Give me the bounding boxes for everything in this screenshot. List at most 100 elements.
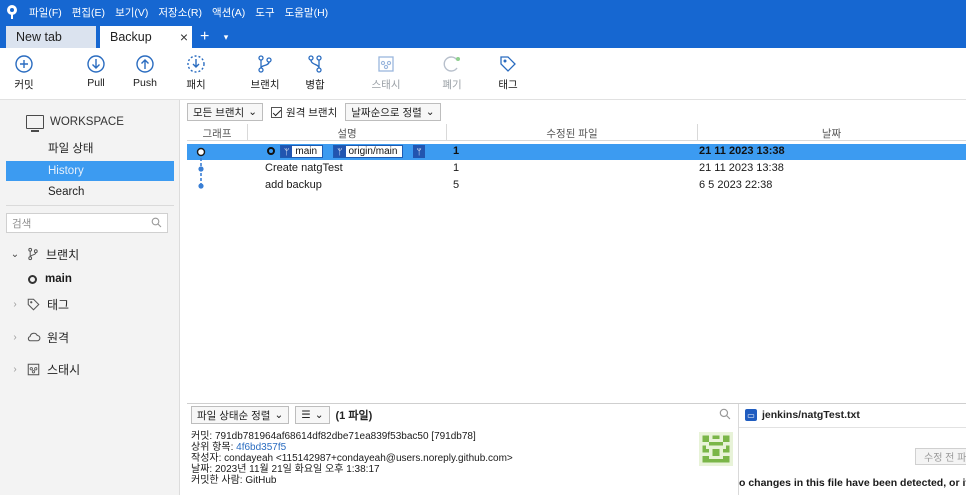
checkbox-label: 원격 브랜치 (286, 106, 338, 119)
column-header-graph[interactable]: 그래프 (187, 126, 247, 141)
sidebar-item-file-status[interactable]: 파일 상태 (6, 138, 174, 158)
file-sort-dropdown[interactable]: 파일 상태순 정렬 ⌄ (191, 406, 290, 424)
commit-details-panel: 파일 상태순 정렬 ⌄ ☰ ⌄ (1 파일) 커밋: 791db781964af… (187, 403, 966, 495)
commit-graph (196, 147, 206, 189)
group-label: 태그 (47, 297, 70, 312)
sidebar-item-history[interactable]: History (6, 161, 174, 181)
sidebar-item-label: History (48, 165, 84, 177)
menu-help[interactable]: 도움말(H) (280, 5, 334, 20)
view-mode-dropdown[interactable]: ☰ ⌄ (295, 406, 330, 424)
menu-file[interactable]: 파일(F) (24, 5, 67, 20)
tag-button[interactable]: 태그 (488, 54, 528, 92)
commit-date: 6 5 2023 22:38 (699, 179, 773, 191)
commit-description: Create natgTest (265, 162, 343, 174)
history-filter-bar: 모든 브랜치 ⌄ 원격 브랜치 날짜순으로 정렬 ⌄ (187, 103, 441, 121)
tag-icon (27, 298, 40, 310)
search-icon (151, 217, 162, 228)
chevron-down-icon: ⌄ (425, 106, 435, 118)
dropdown-label: 모든 브랜치 (193, 106, 245, 119)
history-table-header: 그래프 설명 수정된 파일 날짜 (187, 124, 966, 141)
details-toolbar: 파일 상태순 정렬 ⌄ ☰ ⌄ (1 파일) (187, 404, 737, 426)
table-row[interactable]: ᛘ main ᛘ origin/main ᛘ 1 21 11 2023 13:38 (187, 144, 966, 160)
graph-node (198, 183, 204, 189)
sidebar-group-branches[interactable]: ⌄ 브랜치 (10, 245, 79, 263)
table-row[interactable]: Create natgTest 1 21 11 2023 13:38 (187, 161, 966, 177)
sort-dropdown[interactable]: 날짜순으로 정렬 ⌄ (345, 103, 441, 121)
commit-refs: ᛘ main ᛘ origin/main ᛘ (265, 145, 431, 158)
list-view-icon: ☰ (301, 409, 311, 421)
all-branches-dropdown[interactable]: 모든 브랜치 ⌄ (187, 103, 264, 121)
stash-button[interactable]: 스태시 (366, 54, 406, 92)
branch-icon: ᛘ (334, 146, 346, 157)
dropdown-label: 파일 상태순 정렬 (197, 409, 271, 422)
menu-bar: 파일(F) 편집(E) 보기(V) 저장소(R) 액션(A) 도구 도움말(H) (0, 0, 966, 24)
graph-node-head (196, 147, 206, 157)
tab-backup[interactable]: Backup × (100, 26, 192, 48)
changed-files-count: 5 (453, 179, 460, 191)
branch-icon: ᛘ (281, 146, 293, 157)
menu-view[interactable]: 보기(V) (110, 5, 153, 20)
current-branch-icon (28, 274, 37, 284)
menu-edit[interactable]: 편집(E) (67, 5, 110, 20)
remote-tag-origin-main[interactable]: ᛘ origin/main (333, 145, 404, 158)
cloud-icon (27, 332, 41, 342)
pull-button[interactable]: Pull (76, 54, 116, 89)
chevron-down-icon: ⌄ (314, 409, 324, 421)
sidebar-group-tags[interactable]: › 태그 (10, 295, 69, 313)
history-empty-space (187, 197, 966, 403)
column-header-changed-files[interactable]: 수정된 파일 (447, 126, 697, 141)
commit-button[interactable]: 커밋 (4, 54, 44, 92)
workspace-header: WORKSPACE (0, 110, 180, 134)
sidebar-item-search[interactable]: Search (6, 182, 174, 202)
branch-icon: ᛘ (413, 145, 425, 158)
branch-icon (28, 247, 38, 261)
sidebar-group-stashes[interactable]: › 스태시 (10, 360, 80, 378)
tab-list-dropdown-icon[interactable]: ▾ (218, 26, 234, 48)
sidebar-search-input[interactable]: 검색 (6, 213, 168, 233)
sidebar-branch-main[interactable]: main (28, 270, 72, 288)
sidebar-group-remotes[interactable]: › 원격 (10, 328, 69, 346)
tab-label: Backup (110, 30, 152, 44)
graph-node (198, 166, 204, 172)
close-tab-icon[interactable]: × (180, 29, 188, 45)
menu-actions[interactable]: 액션(A) (207, 5, 250, 20)
parent-hash-link[interactable]: 4f6bd357f5 (236, 442, 286, 453)
merge-icon (308, 55, 322, 73)
branch-icon (258, 55, 272, 73)
branch-label: main (45, 273, 72, 285)
chevron-right-icon: › (13, 331, 17, 343)
branch-button[interactable]: 브랜치 (245, 54, 285, 92)
branch-tag-main[interactable]: ᛘ main (280, 145, 324, 158)
discard-label: 폐기 (442, 79, 462, 91)
push-button[interactable]: Push (125, 54, 165, 89)
search-icon[interactable] (719, 408, 731, 420)
branch-label: 브랜치 (250, 79, 280, 91)
group-label: 스태시 (47, 362, 81, 377)
tab-label: New tab (16, 30, 62, 44)
commit-date: 21 11 2023 13:38 (699, 145, 785, 157)
stash-icon (378, 56, 394, 72)
discard-button[interactable]: 폐기 (432, 54, 472, 92)
file-count: (1 파일) (335, 410, 373, 422)
column-header-date[interactable]: 날짜 (697, 126, 966, 141)
column-header-description[interactable]: 설명 (247, 126, 447, 141)
table-row[interactable]: add backup 5 6 5 2023 22:38 (187, 178, 966, 194)
tab-new-tab[interactable]: New tab (6, 26, 96, 48)
menu-tools[interactable]: 도구 (250, 5, 279, 20)
add-tab-icon[interactable]: + (200, 26, 218, 48)
arrow-up-circle-icon (136, 55, 154, 73)
fetch-dashed-circle-icon (187, 55, 205, 73)
remote-branches-checkbox[interactable]: 원격 브랜치 (269, 103, 339, 121)
merge-button[interactable]: 병합 (295, 54, 335, 92)
arrow-down-circle-icon (87, 55, 105, 73)
search-placeholder: 검색 (12, 217, 32, 230)
commit-date: 21 11 2023 13:38 (699, 162, 784, 174)
fetch-button[interactable]: 패치 (176, 54, 216, 92)
stash-icon (27, 363, 40, 375)
main-toolbar: 커밋 Pull Push 패치 브랜치 병합 스태시 폐기 태그 (0, 48, 966, 100)
view-before-file-button[interactable]: 수정 전 파일 (915, 448, 966, 465)
button-label: 수정 전 파일 (924, 453, 966, 464)
sourcetree-logo-icon (0, 0, 24, 24)
chevron-down-icon: ⌄ (10, 248, 20, 260)
menu-repository[interactable]: 저장소(R) (153, 5, 207, 20)
